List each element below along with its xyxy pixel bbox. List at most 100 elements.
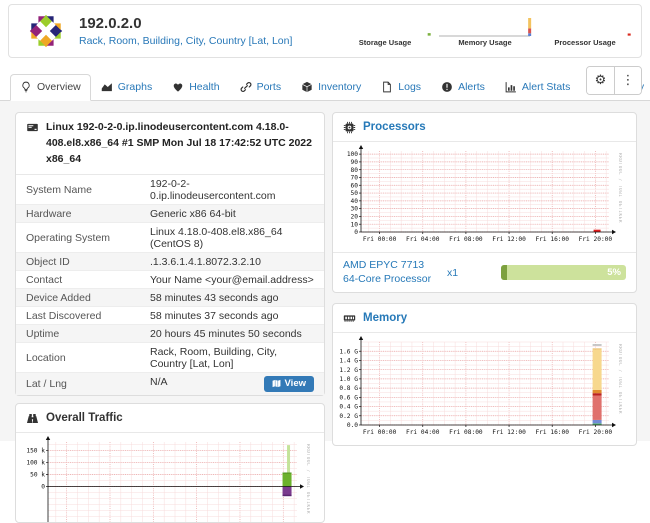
svg-text:1.6 G: 1.6 G bbox=[339, 349, 358, 356]
tab-inventory[interactable]: Inventory bbox=[291, 74, 371, 101]
row-label: Location bbox=[16, 343, 140, 373]
table-row: System Name192-0-2-0.ip.linodeuserconten… bbox=[16, 175, 324, 205]
system-info-table: System Name192-0-2-0.ip.linodeuserconten… bbox=[16, 175, 324, 394]
cpu-usage-progressbar: 5% bbox=[501, 265, 626, 280]
row-value: Your Name <your@email.address> bbox=[140, 271, 324, 289]
centos-logo-icon bbox=[27, 12, 65, 50]
sparkline-label: Storage Usage bbox=[359, 38, 412, 47]
memory-panel: Memory 0.00.2 G0.4 G0.6 G0.8 G1.0 G1.2 G… bbox=[332, 303, 637, 446]
svg-text:10: 10 bbox=[351, 221, 359, 228]
tab-ports[interactable]: Ports bbox=[230, 74, 292, 101]
header-sparklines: Storage Usage Memory Usage Processor Usage bbox=[337, 15, 633, 47]
tab-label: Alert Stats bbox=[522, 81, 570, 93]
cpu-usage-percent: 5% bbox=[607, 265, 621, 280]
area-chart-icon bbox=[101, 81, 113, 93]
processors-panel-title[interactable]: Processors bbox=[363, 121, 426, 133]
svg-text:1.2 G: 1.2 G bbox=[339, 367, 358, 374]
tab-label: Health bbox=[189, 81, 219, 93]
map-icon bbox=[272, 379, 281, 388]
table-row: LocationRack, Room, Building, City, Coun… bbox=[16, 343, 324, 373]
cpu-usage-fill bbox=[501, 265, 507, 280]
svg-text:Fri 12:00: Fri 12:00 bbox=[492, 429, 526, 436]
cpu-count: x1 bbox=[447, 267, 493, 279]
row-label: Last Discovered bbox=[16, 307, 140, 325]
row-label: Hardware bbox=[16, 205, 140, 223]
memory-panel-title[interactable]: Memory bbox=[363, 312, 407, 324]
svg-text:40: 40 bbox=[351, 198, 359, 205]
row-label: Contact bbox=[16, 271, 140, 289]
svg-text:20: 20 bbox=[351, 214, 359, 221]
row-label: Operating System bbox=[16, 223, 140, 253]
memory-graph[interactable]: 0.00.2 G0.4 G0.6 G0.8 G1.0 G1.2 G1.4 G1.… bbox=[335, 336, 622, 438]
tab-label: Graphs bbox=[118, 81, 152, 93]
row-label: Uptime bbox=[16, 325, 140, 343]
svg-text:0.0: 0.0 bbox=[347, 422, 358, 429]
server-icon bbox=[26, 121, 39, 134]
device-header: 192.0.2.0 Rack, Room, Building, City, Co… bbox=[8, 4, 642, 58]
svg-text:Fri 04:00: Fri 04:00 bbox=[406, 429, 440, 436]
tab-alert-stats[interactable]: Alert Stats bbox=[495, 74, 580, 101]
tab-label: Logs bbox=[398, 81, 421, 93]
tab-label: Alerts bbox=[458, 81, 485, 93]
view-map-button[interactable]: View bbox=[264, 376, 314, 392]
processors-graph[interactable]: 0102030405060708090100Fri 00:00Fri 04:00… bbox=[335, 145, 622, 245]
overall-traffic-panel: Overall Traffic 050 k100 k150 kFri 00:00… bbox=[15, 403, 325, 523]
row-value: 192-0-2-0.ip.linodeusercontent.com bbox=[140, 175, 324, 205]
svg-text:0.2 G: 0.2 G bbox=[339, 413, 358, 420]
sparkline-label: Memory Usage bbox=[458, 38, 511, 47]
svg-text:0.8 G: 0.8 G bbox=[339, 385, 358, 392]
gear-icon: ⚙ bbox=[595, 73, 607, 88]
svg-text:RRDTOOL / TOBI OETIKER: RRDTOOL / TOBI OETIKER bbox=[305, 444, 310, 514]
svg-text:Fri 08:00: Fri 08:00 bbox=[449, 236, 483, 243]
svg-text:Fri 16:00: Fri 16:00 bbox=[535, 236, 569, 243]
lightbulb-icon bbox=[20, 81, 32, 93]
table-row: Device Added58 minutes 43 seconds ago bbox=[16, 289, 324, 307]
svg-text:Fri 00:00: Fri 00:00 bbox=[363, 429, 397, 436]
tab-label: Ports bbox=[257, 81, 282, 93]
cube-icon bbox=[301, 81, 313, 93]
row-value: 58 minutes 37 seconds ago bbox=[140, 307, 324, 325]
table-row: Lat / LngN/AView bbox=[16, 373, 324, 395]
header-button-group: ⚙ ⋮ bbox=[586, 66, 642, 95]
tab-overview[interactable]: Overview bbox=[10, 74, 91, 101]
processors-panel: Processors 0102030405060708090100Fri 00:… bbox=[332, 112, 637, 293]
table-row: Object ID.1.3.6.1.4.1.8072.3.2.10 bbox=[16, 253, 324, 271]
row-value: 58 minutes 43 seconds ago bbox=[140, 289, 324, 307]
row-value: Linux 4.18.0-408.el8.x86_64 (CentOS 8) bbox=[140, 223, 324, 253]
binoculars-icon bbox=[26, 412, 39, 425]
svg-text:Fri 12:00: Fri 12:00 bbox=[492, 236, 526, 243]
excl-circle-icon bbox=[441, 81, 453, 93]
tab-health[interactable]: Health bbox=[162, 74, 229, 101]
svg-text:150 k: 150 k bbox=[26, 447, 45, 454]
svg-text:Fri 08:00: Fri 08:00 bbox=[449, 429, 483, 436]
svg-text:0: 0 bbox=[354, 229, 358, 236]
svg-text:RRDTOOL / TOBI OETIKER: RRDTOOL / TOBI OETIKER bbox=[617, 153, 622, 223]
row-label: Lat / Lng bbox=[16, 373, 140, 395]
tab-label: Overview bbox=[37, 81, 81, 93]
table-row: ContactYour Name <your@email.address> bbox=[16, 271, 324, 289]
device-tabbar: Overview Graphs Health Ports Inventory Logs Al… bbox=[0, 72, 650, 101]
memory-usage-sparkline[interactable]: Memory Usage bbox=[437, 15, 533, 47]
cpu-name-link[interactable]: AMD EPYC 7713 64-Core Processor bbox=[343, 259, 443, 286]
processor-usage-sparkline[interactable]: Processor Usage bbox=[537, 15, 633, 47]
svg-text:1.4 G: 1.4 G bbox=[339, 358, 358, 365]
row-value: 20 hours 45 minutes 50 seconds bbox=[140, 325, 324, 343]
svg-text:Fri 20:00: Fri 20:00 bbox=[579, 429, 613, 436]
tab-label: Inventory bbox=[318, 81, 361, 93]
svg-text:0.4 G: 0.4 G bbox=[339, 404, 358, 411]
more-options-kebab-button[interactable]: ⋮ bbox=[614, 67, 641, 94]
svg-text:80: 80 bbox=[351, 167, 359, 174]
overall-traffic-graph[interactable]: 050 k100 k150 kFri 00:00Fri 04:00Fri 08:… bbox=[18, 436, 310, 523]
tab-logs[interactable]: Logs bbox=[371, 74, 431, 101]
row-value: Generic x86 64-bit bbox=[140, 205, 324, 223]
tab-alerts[interactable]: Alerts bbox=[431, 74, 495, 101]
storage-usage-sparkline[interactable]: Storage Usage bbox=[337, 15, 433, 47]
heart-icon bbox=[172, 81, 184, 93]
device-location-link[interactable]: Rack, Room, Building, City, Country [Lat… bbox=[79, 35, 292, 48]
tab-graphs[interactable]: Graphs bbox=[91, 74, 162, 101]
file-icon bbox=[381, 81, 393, 93]
link-icon bbox=[240, 81, 252, 93]
table-row: HardwareGeneric x86 64-bit bbox=[16, 205, 324, 223]
settings-gear-button[interactable]: ⚙ bbox=[587, 67, 614, 94]
svg-text:Fri 16:00: Fri 16:00 bbox=[535, 429, 569, 436]
